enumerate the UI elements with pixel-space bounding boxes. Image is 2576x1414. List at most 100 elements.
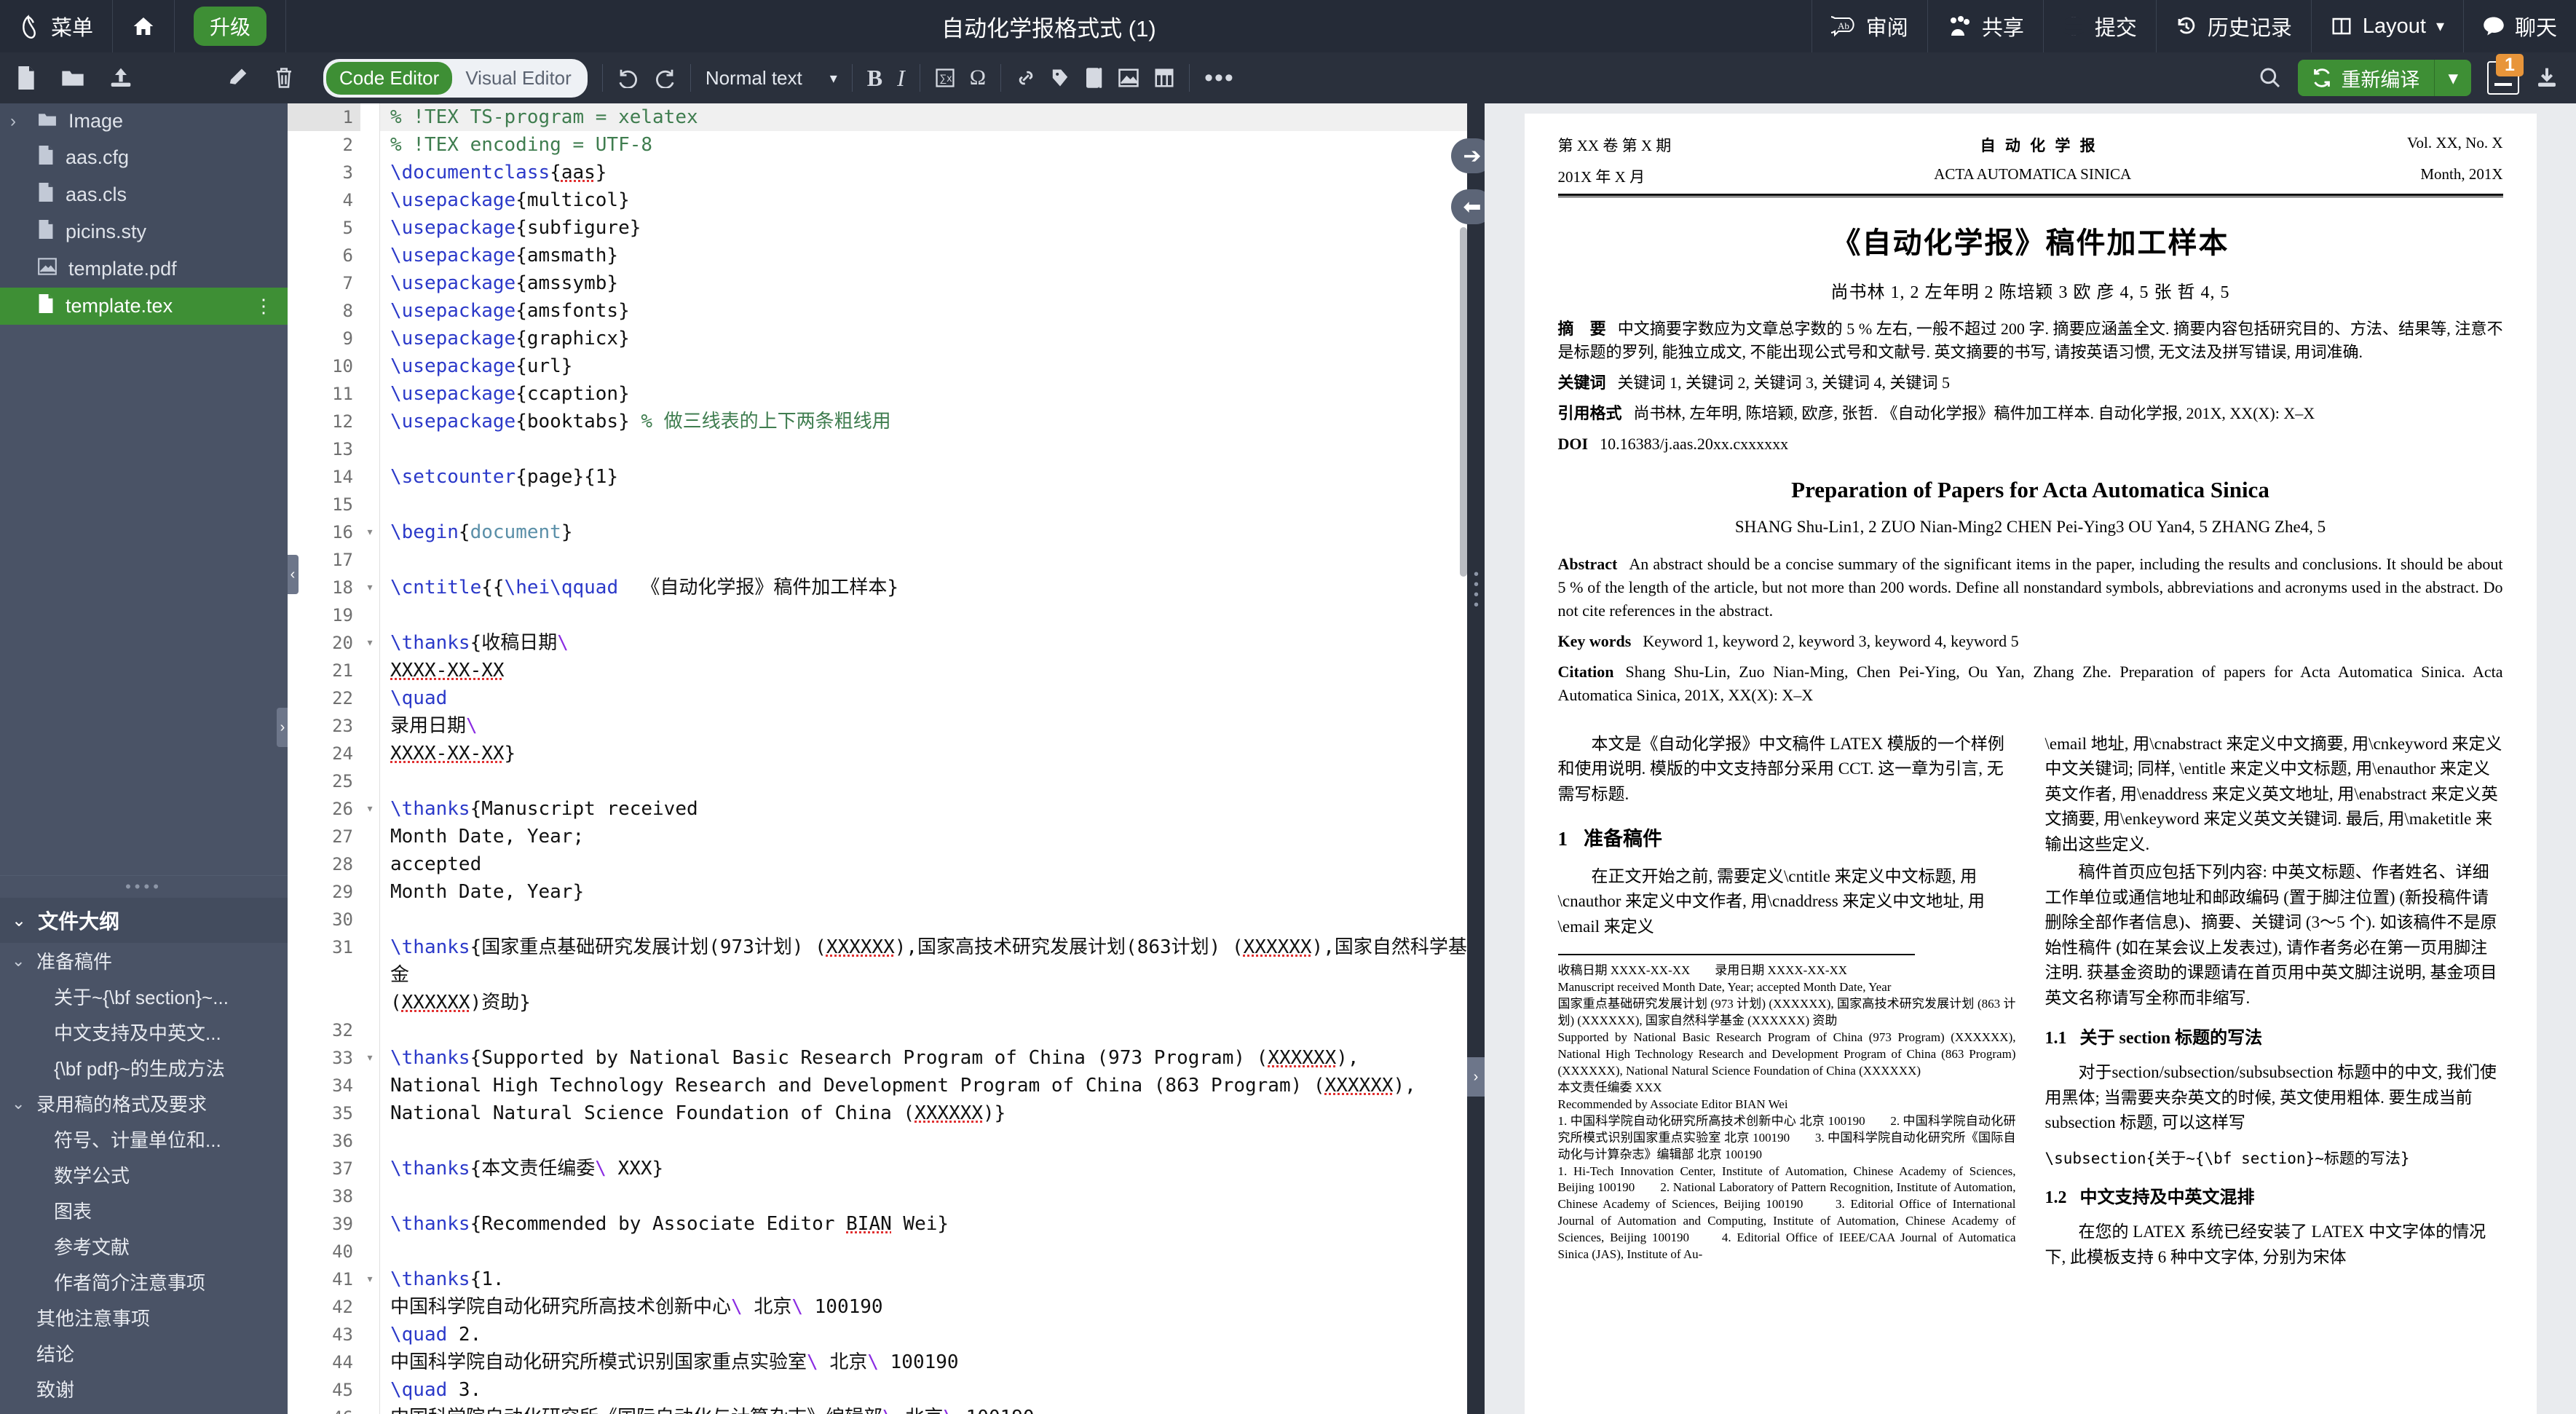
- outline-item-1[interactable]: 关于~{\bf section}~...: [0, 979, 288, 1014]
- outline-item-2[interactable]: 中文支持及中英文...: [0, 1014, 288, 1050]
- code-text[interactable]: [379, 767, 1467, 795]
- outline-item-12[interactable]: 致谢: [0, 1371, 288, 1407]
- outline-item-7[interactable]: 图表: [0, 1193, 288, 1228]
- pane-divider[interactable]: ➔ ⬅ • • • • ›: [1451, 103, 1493, 1414]
- divider-grip[interactable]: • • • •: [1474, 567, 1479, 612]
- code-line-23[interactable]: 23 录用日期\: [288, 712, 1467, 740]
- code-text[interactable]: \thanks{本文责任编委\ XXX}: [379, 1155, 1467, 1182]
- file-menu-button[interactable]: ⋮: [254, 295, 273, 317]
- code-text[interactable]: [379, 906, 1467, 933]
- code-text[interactable]: XXXX-XX-XX}: [379, 740, 1467, 767]
- outline-item-5[interactable]: 符号、计量单位和...: [0, 1121, 288, 1157]
- code-editor[interactable]: 1 % !TEX TS-program = xelatex 2 % !TEX enco…: [288, 103, 1467, 1414]
- code-text[interactable]: % !TEX encoding = UTF-8: [379, 131, 1467, 159]
- insert-image-button[interactable]: [1118, 68, 1139, 88]
- submit-button[interactable]: 提交: [2042, 0, 2156, 52]
- code-line-26[interactable]: 26 ▾ \thanks{Manuscript received: [288, 795, 1467, 823]
- code-text[interactable]: \usepackage{amsmath}: [379, 242, 1467, 269]
- outline-header[interactable]: ⌄ 文件大纲: [0, 898, 288, 943]
- tag-button[interactable]: [1051, 68, 1070, 88]
- fold-toggle[interactable]: ▾: [360, 1265, 379, 1293]
- outline-item-0[interactable]: ⌄ 准备稿件: [0, 943, 288, 979]
- fold-toggle[interactable]: ▾: [360, 1044, 379, 1072]
- editor-scrollbar[interactable]: [1460, 227, 1467, 577]
- code-line-44[interactable]: 44 中国科学院自动化研究所模式识别国家重点实验室\ 北京\ 100190: [288, 1348, 1467, 1376]
- code-line-8[interactable]: 8 \usepackage{amsfonts}: [288, 297, 1467, 325]
- outline-item-9[interactable]: 作者简介注意事项: [0, 1264, 288, 1300]
- italic-button[interactable]: I: [897, 65, 905, 92]
- code-line-19[interactable]: 19: [288, 601, 1467, 629]
- code-line-3[interactable]: 3 \documentclass{aas}: [288, 159, 1467, 186]
- code-line-16[interactable]: 16 ▾ \begin{document}: [288, 518, 1467, 546]
- code-line-39[interactable]: 39 \thanks{Recommended by Associate Edito…: [288, 1210, 1467, 1238]
- code-text[interactable]: \usepackage{ccaption}: [379, 380, 1467, 408]
- code-text[interactable]: [379, 435, 1467, 463]
- file-item-picins-sty[interactable]: picins.sty: [0, 213, 288, 250]
- code-line-33[interactable]: 33 ▾ \thanks{Supported by National Basic R…: [288, 1044, 1467, 1072]
- code-line-27[interactable]: 27 Month Date, Year;: [288, 823, 1467, 850]
- fold-toggle[interactable]: ▾: [360, 795, 379, 823]
- code-line-43[interactable]: 43 \quad 2.: [288, 1321, 1467, 1348]
- upgrade-button[interactable]: 升级: [175, 0, 287, 52]
- code-line-32[interactable]: 32: [288, 1016, 1467, 1044]
- preview-collapse-handle[interactable]: ›: [1467, 1057, 1485, 1097]
- code-line-5[interactable]: 5 \usepackage{subfigure}: [288, 214, 1467, 242]
- code-text[interactable]: [379, 1016, 1467, 1044]
- code-line-17[interactable]: 17: [288, 546, 1467, 574]
- history-button[interactable]: 历史记录: [2155, 0, 2311, 52]
- code-text[interactable]: \usepackage{graphicx}: [379, 325, 1467, 352]
- code-text[interactable]: \thanks{1.: [379, 1265, 1467, 1293]
- code-line-20[interactable]: 20 ▾ \thanks{收稿日期\: [288, 629, 1467, 657]
- code-line-41[interactable]: 41 ▾ \thanks{1.: [288, 1265, 1467, 1293]
- insert-table-button[interactable]: [1154, 67, 1174, 89]
- code-text[interactable]: \begin{document}: [379, 518, 1467, 546]
- code-text[interactable]: [379, 546, 1467, 574]
- link-button[interactable]: [1016, 68, 1036, 88]
- code-text[interactable]: 中国科学院自动化研究所高技术创新中心\ 北京\ 100190: [379, 1293, 1467, 1321]
- compile-log-button[interactable]: 1: [2487, 54, 2524, 95]
- code-line-11[interactable]: 11 \usepackage{ccaption}: [288, 380, 1467, 408]
- code-line-29[interactable]: 29 Month Date, Year}: [288, 878, 1467, 906]
- review-button[interactable]: Ab 审阅: [1811, 0, 1927, 52]
- upload-button[interactable]: [109, 67, 133, 89]
- symbol-button[interactable]: Ω: [970, 66, 986, 90]
- code-text[interactable]: National Natural Science Foundation of C…: [379, 1099, 1467, 1127]
- code-text[interactable]: \usepackage{amsfonts}: [379, 297, 1467, 325]
- tab-code-editor[interactable]: Code Editor: [326, 61, 453, 95]
- code-line-13[interactable]: 13: [288, 435, 1467, 463]
- code-line-37[interactable]: 37 \thanks{本文责任编委\ XXX}: [288, 1155, 1467, 1182]
- code-line-38[interactable]: 38: [288, 1182, 1467, 1210]
- code-text[interactable]: accepted: [379, 850, 1467, 878]
- recompile-options-caret[interactable]: ▾: [2435, 67, 2471, 90]
- new-file-button[interactable]: [16, 66, 36, 90]
- file-item-template-pdf[interactable]: template.pdf: [0, 250, 288, 288]
- code-text[interactable]: \quad 2.: [379, 1321, 1467, 1348]
- code-text[interactable]: \thanks{Manuscript received: [379, 795, 1467, 823]
- code-line-18[interactable]: 18 ▾ \cntitle{{\hei\qquad 《自动化学报》稿件加工样本}: [288, 574, 1467, 601]
- code-line-15[interactable]: 15: [288, 491, 1467, 518]
- code-line-22[interactable]: 22 \quad: [288, 684, 1467, 712]
- recompile-button[interactable]: 重新编译 ▾: [2298, 60, 2471, 96]
- text-style-dropdown[interactable]: Normal text ▾: [706, 67, 837, 90]
- fold-toggle[interactable]: ▾: [360, 629, 379, 657]
- bold-button[interactable]: B: [867, 65, 882, 92]
- code-text[interactable]: \usepackage{multicol}: [379, 186, 1467, 214]
- fold-toggle[interactable]: ▾: [360, 518, 379, 546]
- code-text[interactable]: [379, 491, 1467, 518]
- code-line-21[interactable]: 21 XXXX-XX-XX: [288, 657, 1467, 684]
- code-line-25[interactable]: 25: [288, 767, 1467, 795]
- file-item-image[interactable]: › Image: [0, 103, 288, 139]
- code-text[interactable]: XXXX-XX-XX: [379, 657, 1467, 684]
- file-item-aas-cfg[interactable]: aas.cfg: [0, 139, 288, 176]
- chat-button[interactable]: 聊天: [2462, 0, 2576, 52]
- code-line-35[interactable]: 35 National Natural Science Foundation of…: [288, 1099, 1467, 1127]
- code-text[interactable]: % !TEX TS-program = xelatex: [379, 103, 1467, 131]
- code-line-40[interactable]: 40: [288, 1238, 1467, 1265]
- cite-button[interactable]: [1084, 67, 1103, 89]
- code-text[interactable]: \quad: [379, 684, 1467, 712]
- math-button[interactable]: ∑x: [935, 68, 955, 88]
- code-text[interactable]: \quad 3.: [379, 1376, 1467, 1404]
- rename-button[interactable]: [227, 67, 249, 89]
- code-text[interactable]: Month Date, Year;: [379, 823, 1467, 850]
- outline-item-8[interactable]: 参考文献: [0, 1228, 288, 1264]
